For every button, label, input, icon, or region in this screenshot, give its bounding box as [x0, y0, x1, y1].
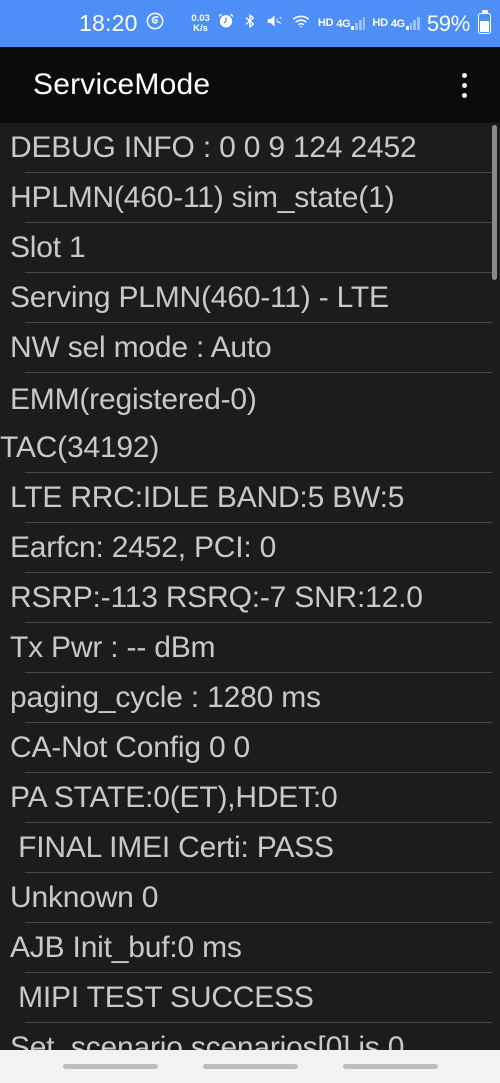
list-item[interactable]: RSRP:-113 RSRQ:-7 SNR:12.0	[0, 573, 500, 623]
status-bar-clock: 18:20	[79, 10, 138, 36]
back-pill[interactable]	[342, 1064, 438, 1069]
list-item[interactable]: Serving PLMN(460-11) - LTE	[0, 273, 500, 323]
sim2-signal-bars-icon	[405, 17, 420, 30]
list-item[interactable]: FINAL IMEI Certi: PASS	[0, 823, 500, 873]
list-item-label: AJB Init_buf:0 ms	[10, 931, 242, 964]
list-item[interactable]: NW sel mode : Auto	[0, 323, 500, 373]
network-speed-indicator: 0.03 K/s	[191, 14, 210, 33]
sim1-signal: 4G	[336, 17, 366, 30]
list-item[interactable]: paging_cycle : 1280 ms	[0, 673, 500, 723]
list-item[interactable]: AJB Init_buf:0 ms	[0, 923, 500, 973]
mute-icon	[265, 12, 284, 35]
page-title: ServiceMode	[33, 68, 211, 101]
list-item-label: DEBUG INFO : 0 0 9 124 2452	[10, 131, 417, 164]
list-item-label: MIPI TEST SUCCESS	[10, 981, 314, 1014]
list-item-label: EMM(registered-0)	[10, 383, 257, 416]
list-item[interactable]: Set_scenario.scenarios[0] is 0	[0, 1023, 500, 1050]
list-item-label: Earfcn: 2452, PCI: 0	[10, 531, 277, 564]
list-item[interactable]: EMM(registered-0) TAC(34192)	[0, 373, 500, 473]
battery-percentage: 59%	[426, 10, 470, 36]
network-speed-unit: K/s	[193, 22, 208, 34]
sim1-indicator: HD 4G	[318, 17, 366, 30]
system-navigation-bar	[0, 1050, 500, 1083]
list-item-label: Unknown 0	[10, 881, 159, 914]
list-item[interactable]: CA-Not Config 0 0	[0, 723, 500, 773]
status-bar-right: 0.03 K/s HD 4G HD 4G 59%	[191, 0, 491, 47]
home-pill[interactable]	[202, 1064, 298, 1069]
service-mode-list[interactable]: DEBUG INFO : 0 0 9 124 2452 HPLMN(460-11)…	[0, 123, 500, 1050]
list-item-label: FINAL IMEI Certi: PASS	[10, 831, 334, 864]
list-item-label: NW sel mode : Auto	[10, 331, 272, 364]
recents-pill[interactable]	[62, 1064, 158, 1069]
sim2-network-type: 4G	[390, 18, 405, 30]
list-item-label: Tx Pwr : -- dBm	[10, 631, 216, 664]
list-item-label: RSRP:-113 RSRQ:-7 SNR:12.0	[10, 581, 423, 614]
list-item[interactable]: Unknown 0	[0, 873, 500, 923]
list-item-label: Set_scenario.scenarios[0] is 0	[10, 1031, 405, 1050]
bluetooth-icon	[242, 12, 258, 35]
status-bar: 18:20 0.03 K/s HD 4G HD 4G 59%	[0, 0, 500, 47]
overflow-dot	[461, 92, 467, 98]
sim1-signal-bars-icon	[351, 17, 366, 30]
list-item[interactable]: PA STATE:0(ET),HDET:0	[0, 773, 500, 823]
list-item-label: CA-Not Config 0 0	[10, 731, 251, 764]
list-item[interactable]: HPLMN(460-11) sim_state(1)	[0, 173, 500, 223]
list-item-label: paging_cycle : 1280 ms	[10, 681, 321, 714]
list-item-label: PA STATE:0(ET),HDET:0	[10, 781, 338, 814]
sim2-volte-label: HD	[372, 17, 388, 29]
sim2-signal: 4G	[391, 17, 420, 30]
list-scrollbar[interactable]	[492, 125, 497, 280]
phone-screen: 18:20 0.03 K/s HD 4G HD 4G 59% ServiceMo…	[0, 0, 500, 1083]
list-item[interactable]: Slot 1	[0, 223, 500, 273]
list-item[interactable]: LTE RRC:IDLE BAND:5 BW:5	[0, 473, 500, 523]
music-spiral-icon	[145, 11, 165, 36]
overflow-dot	[461, 82, 467, 88]
status-bar-left: 18:20	[79, 11, 165, 36]
sim2-indicator: HD 4G	[372, 17, 420, 30]
more-options-icon[interactable]	[450, 65, 478, 105]
list-item[interactable]: MIPI TEST SUCCESS	[0, 973, 500, 1023]
wifi-icon	[291, 12, 311, 35]
list-item-label: LTE RRC:IDLE BAND:5 BW:5	[10, 481, 405, 514]
list-item[interactable]: Earfcn: 2452, PCI: 0	[0, 523, 500, 573]
app-bar: ServiceMode	[0, 47, 500, 123]
battery-icon	[478, 13, 491, 34]
sim1-network-type: 4G	[336, 18, 351, 30]
list-item-label: Slot 1	[10, 231, 86, 264]
alarm-icon	[217, 12, 235, 35]
list-container: DEBUG INFO : 0 0 9 124 2452 HPLMN(460-11)…	[0, 123, 500, 1050]
list-item-label: Serving PLMN(460-11) - LTE	[10, 281, 389, 314]
overflow-dot	[461, 72, 467, 78]
list-item[interactable]: Tx Pwr : -- dBm	[0, 623, 500, 673]
list-item[interactable]: DEBUG INFO : 0 0 9 124 2452	[0, 123, 500, 173]
sim1-volte-label: HD	[317, 17, 334, 29]
list-item-label-secondary: TAC(34192)	[0, 431, 160, 464]
list-item-label: HPLMN(460-11) sim_state(1)	[10, 181, 395, 214]
